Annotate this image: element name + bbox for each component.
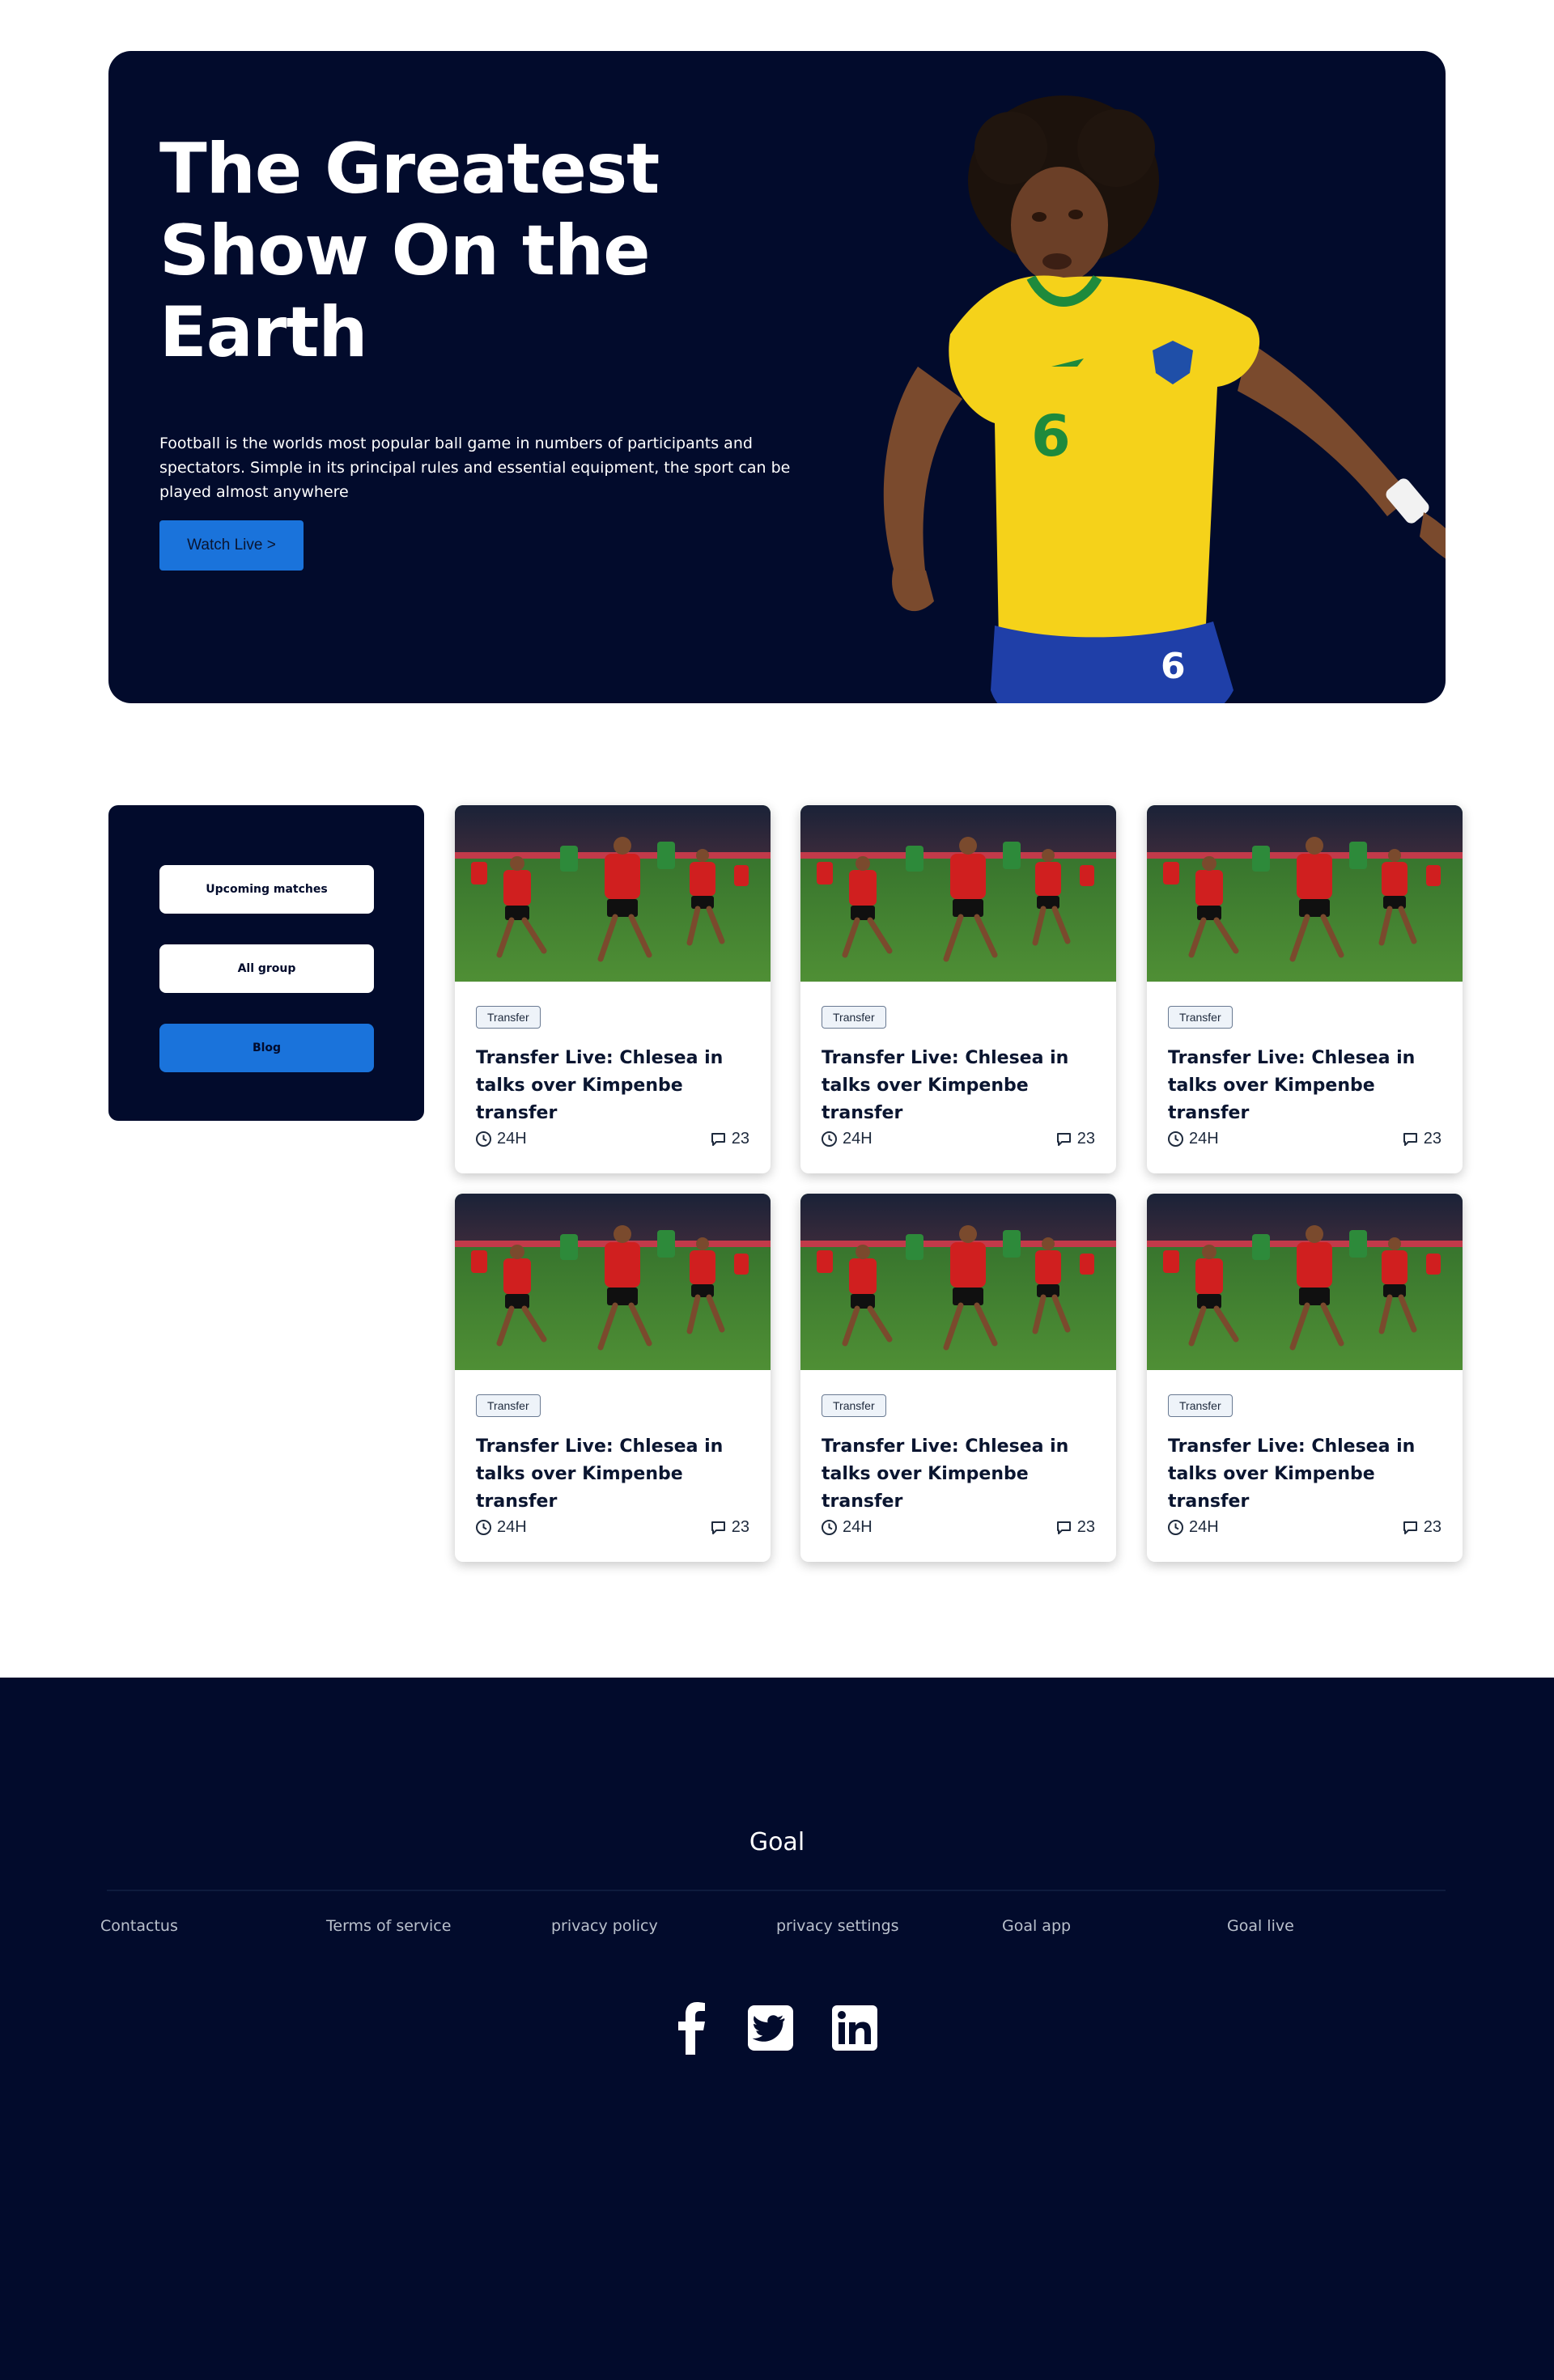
card-time-text: 24H: [843, 1517, 873, 1536]
card-tag: Transfer: [476, 1394, 541, 1417]
footer-link-goal-app[interactable]: Goal app: [1002, 1917, 1071, 1935]
card-tag: Transfer: [822, 1006, 886, 1029]
card-time: 24H: [1167, 1517, 1219, 1537]
facebook-icon[interactable]: [668, 2001, 716, 2055]
clock-icon: [476, 1519, 491, 1535]
card-tag: Transfer: [1168, 1394, 1233, 1417]
card-image: [455, 1194, 771, 1370]
watch-live-button[interactable]: Watch Live >: [159, 520, 304, 571]
clock-icon: [822, 1131, 837, 1147]
card-comments[interactable]: 23: [710, 1517, 749, 1537]
footer-divider: [107, 1890, 1446, 1891]
card-tag: Transfer: [1168, 1006, 1233, 1029]
card-time-text: 24H: [497, 1129, 527, 1148]
upcoming-matches-button[interactable]: Upcoming matches: [159, 865, 374, 914]
news-card[interactable]: Transfer Transfer Live: Chlesea in talks…: [800, 1194, 1116, 1562]
clock-icon: [476, 1131, 491, 1147]
card-comments[interactable]: 23: [1402, 1517, 1441, 1537]
card-time-text: 24H: [1189, 1129, 1219, 1148]
all-group-button[interactable]: All group: [159, 944, 374, 993]
linkedin-icon[interactable]: [830, 2001, 879, 2055]
news-card[interactable]: Transfer Transfer Live: Chlesea in talks…: [455, 1194, 771, 1562]
footer-link-privacy-policy[interactable]: privacy policy: [551, 1917, 658, 1935]
card-image: [1147, 1194, 1463, 1370]
card-title[interactable]: Transfer Live: Chlesea in talks over Kim…: [822, 1433, 1105, 1516]
svg-text:6: 6: [1161, 646, 1186, 687]
card-image: [800, 805, 1116, 982]
card-comments[interactable]: 23: [1055, 1129, 1095, 1148]
card-title[interactable]: Transfer Live: Chlesea in talks over Kim…: [1168, 1433, 1451, 1516]
footer-link-contactus[interactable]: Contactus: [100, 1917, 178, 1935]
card-image: [455, 805, 771, 982]
site-footer: Goal Contactus Terms of service privacy …: [0, 1678, 1554, 2380]
card-comments[interactable]: 23: [710, 1129, 749, 1148]
card-title[interactable]: Transfer Live: Chlesea in talks over Kim…: [1168, 1045, 1451, 1127]
card-image: [800, 1194, 1116, 1370]
clock-icon: [1168, 1519, 1183, 1535]
hero-description: Football is the worlds most popular ball…: [159, 435, 791, 501]
card-tag: Transfer: [822, 1394, 886, 1417]
footer-link-privacy-settings[interactable]: privacy settings: [776, 1917, 899, 1935]
svg-text:6: 6: [1031, 403, 1071, 469]
card-title[interactable]: Transfer Live: Chlesea in talks over Kim…: [476, 1433, 759, 1516]
side-menu: Upcoming matches All group Blog: [108, 805, 424, 1121]
comment-icon: [1056, 1521, 1071, 1534]
card-title[interactable]: Transfer Live: Chlesea in talks over Kim…: [822, 1045, 1105, 1127]
footer-link-goal-live[interactable]: Goal live: [1227, 1917, 1294, 1935]
card-title[interactable]: Transfer Live: Chlesea in talks over Kim…: [476, 1045, 759, 1127]
card-comments-count: 23: [1423, 1517, 1441, 1536]
news-card[interactable]: Transfer Transfer Live: Chlesea in talks…: [1147, 1194, 1463, 1562]
card-comments[interactable]: 23: [1055, 1517, 1095, 1537]
hero-player-image: 6 6: [883, 95, 1446, 703]
card-time-text: 24H: [843, 1129, 873, 1148]
comment-icon: [1403, 1521, 1417, 1534]
comment-icon: [1056, 1132, 1071, 1146]
card-time: 24H: [475, 1517, 527, 1537]
comment-icon: [1403, 1132, 1417, 1146]
card-comments-count: 23: [731, 1129, 749, 1148]
card-comments-count: 23: [1076, 1517, 1095, 1536]
card-time: 24H: [1167, 1129, 1219, 1148]
hero-title: The Greatest Show On the Earth: [159, 129, 660, 373]
card-time: 24H: [475, 1129, 527, 1148]
comment-icon: [711, 1521, 725, 1534]
hero-banner: The Greatest Show On the Earth Football …: [108, 51, 1446, 703]
clock-icon: [1168, 1131, 1183, 1147]
card-time: 24H: [821, 1129, 873, 1148]
comment-icon: [711, 1132, 725, 1146]
card-comments[interactable]: 23: [1402, 1129, 1441, 1148]
clock-icon: [822, 1519, 837, 1535]
news-card[interactable]: Transfer Transfer Live: Chlesea in talks…: [1147, 805, 1463, 1173]
footer-link-terms[interactable]: Terms of service: [326, 1917, 451, 1935]
card-comments-count: 23: [1076, 1129, 1095, 1148]
card-comments-count: 23: [1423, 1129, 1441, 1148]
news-card[interactable]: Transfer Transfer Live: Chlesea in talks…: [800, 805, 1116, 1173]
card-time-text: 24H: [497, 1517, 527, 1536]
twitter-icon[interactable]: [746, 2001, 795, 2055]
card-time: 24H: [821, 1517, 873, 1537]
card-image: [1147, 805, 1463, 982]
news-card[interactable]: Transfer Transfer Live: Chlesea in talks…: [455, 805, 771, 1173]
card-time-text: 24H: [1189, 1517, 1219, 1536]
footer-brand: Goal: [749, 1828, 805, 1856]
card-tag: Transfer: [476, 1006, 541, 1029]
blog-button[interactable]: Blog: [159, 1024, 374, 1072]
card-comments-count: 23: [731, 1517, 749, 1536]
